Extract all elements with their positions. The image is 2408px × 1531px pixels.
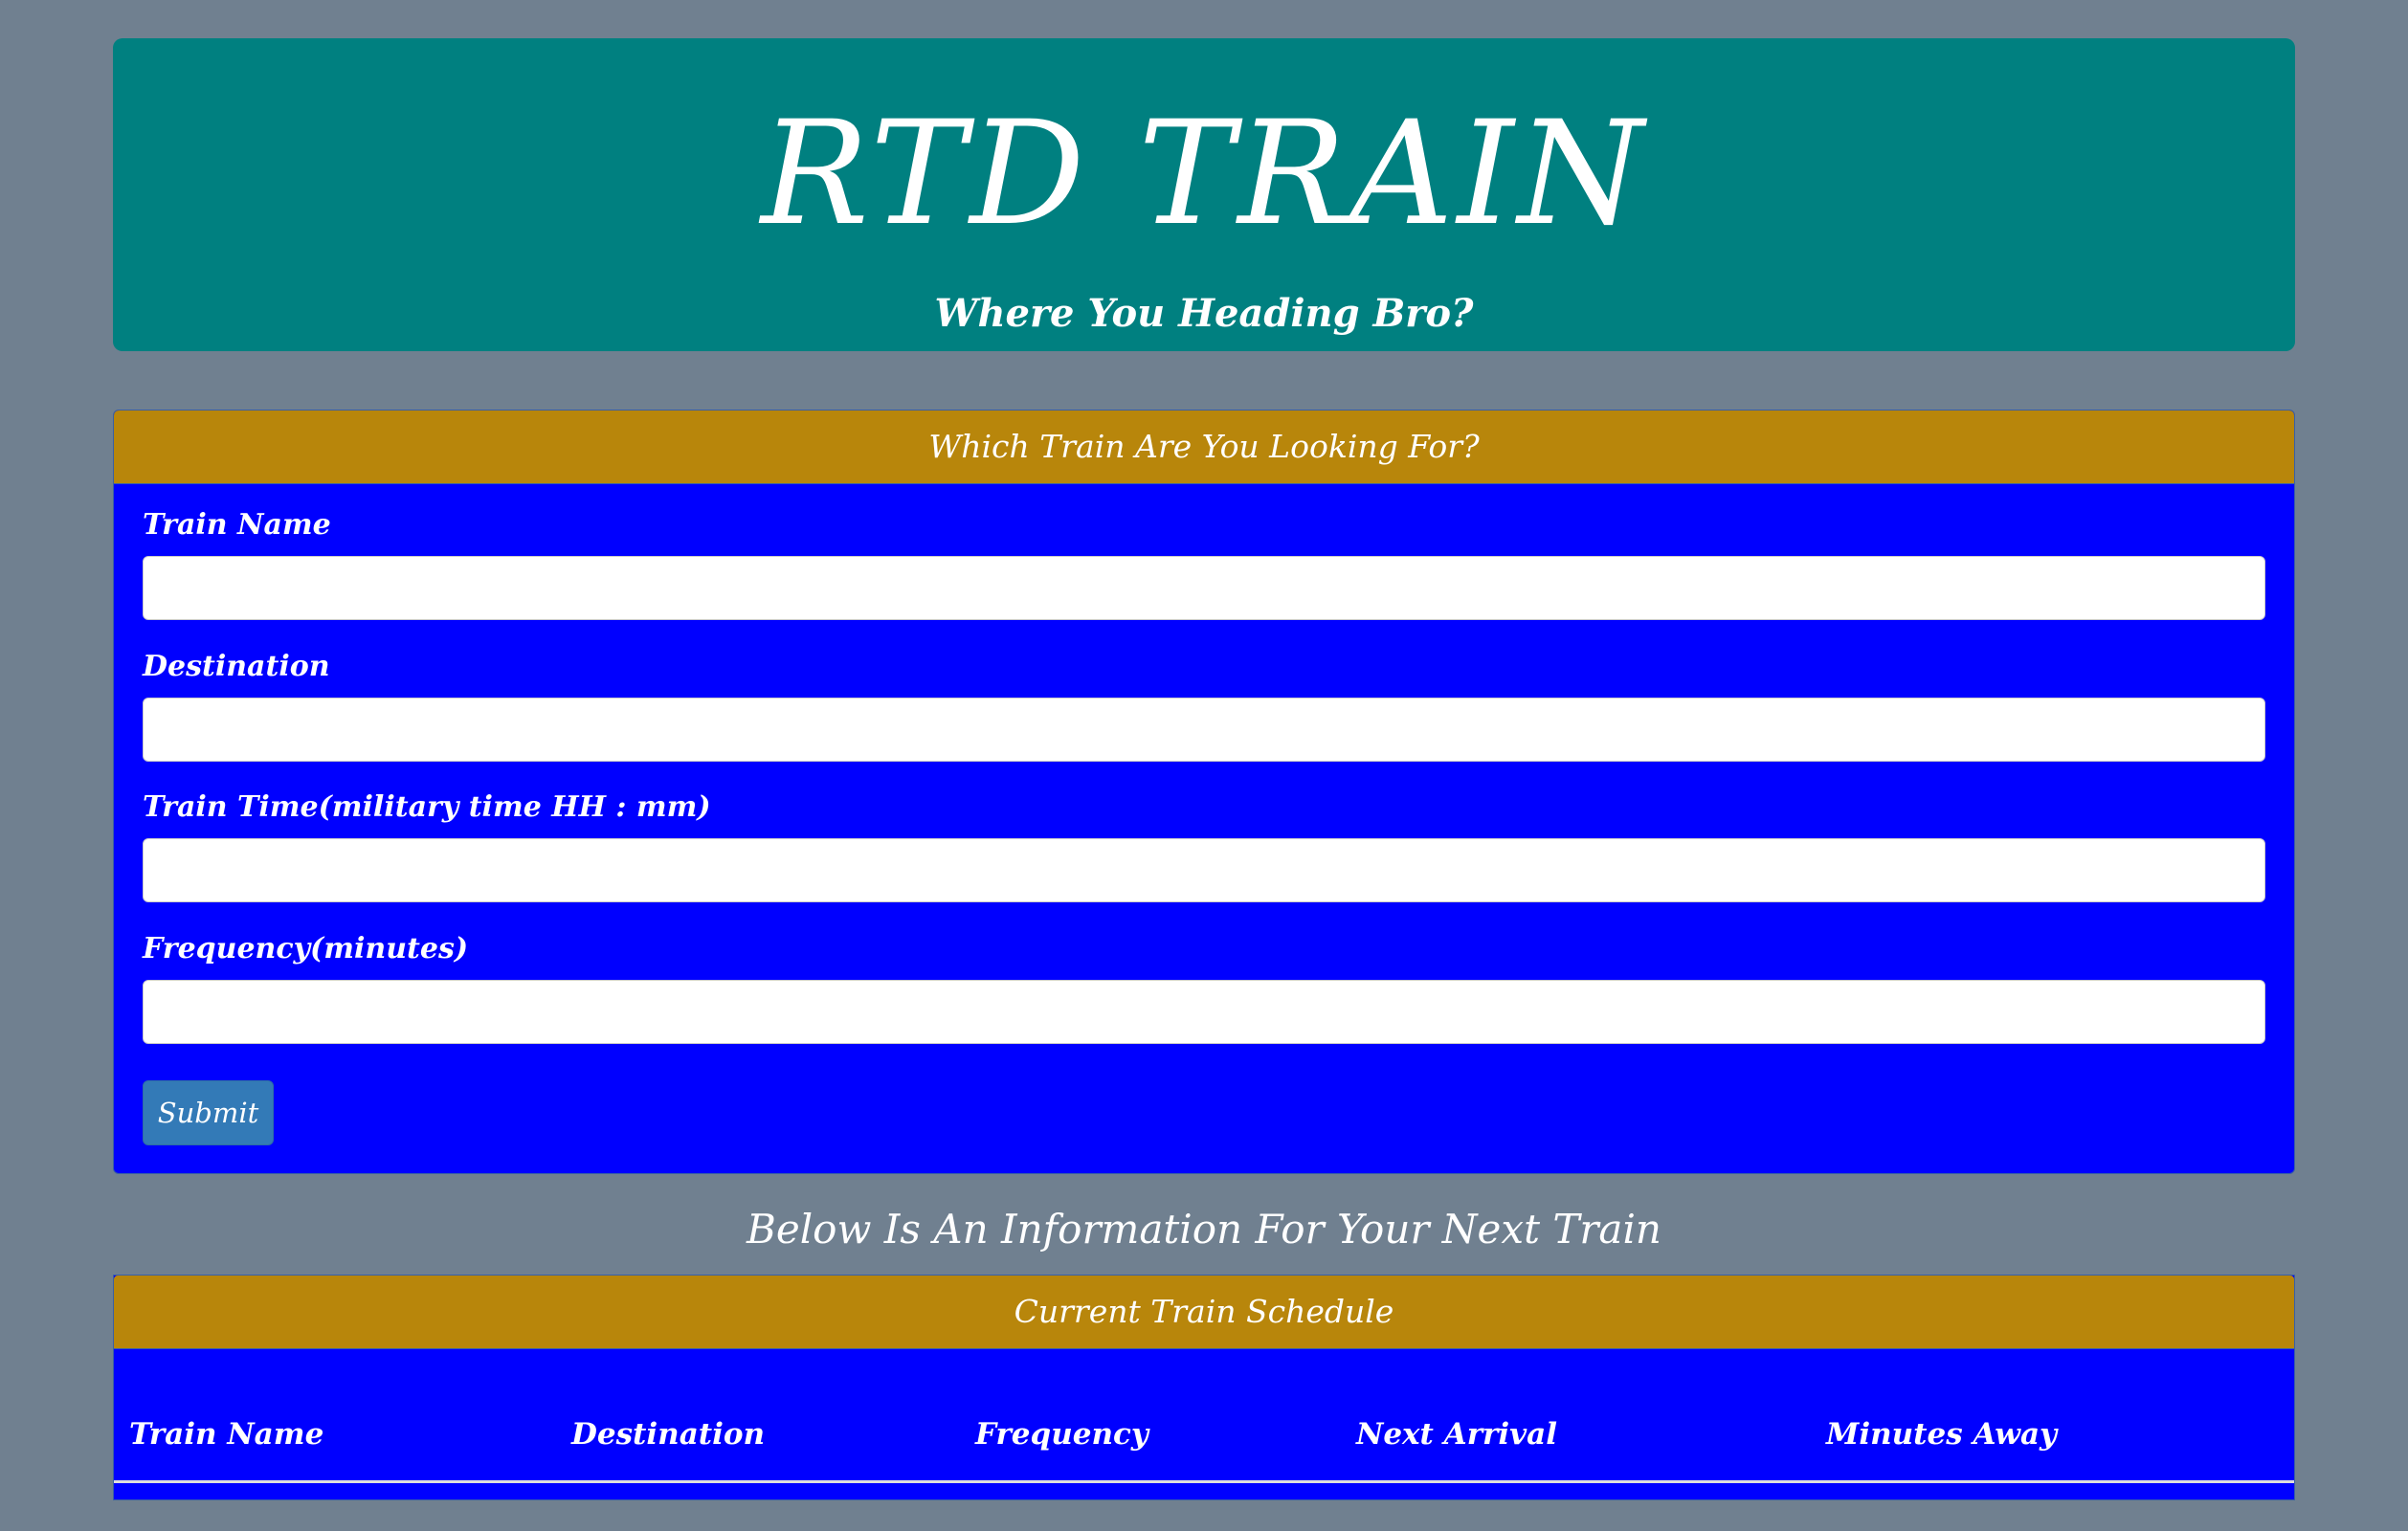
train-name-input[interactable] bbox=[143, 556, 2265, 620]
column-header-destination: Destination bbox=[556, 1388, 960, 1483]
train-name-group: Train Name bbox=[143, 506, 2265, 620]
frequency-label: Frequency(minutes) bbox=[143, 932, 469, 965]
schedule-panel-heading: Current Train Schedule bbox=[114, 1276, 2294, 1349]
train-name-label: Train Name bbox=[143, 508, 331, 542]
info-heading: Below Is An Information For Your Next Tr… bbox=[747, 1206, 1661, 1253]
train-time-input[interactable] bbox=[143, 838, 2265, 902]
column-header-train-name: Train Name bbox=[114, 1388, 556, 1483]
train-time-label: Train Time(military time HH : mm) bbox=[143, 790, 711, 824]
page-title: RTD TRAIN bbox=[760, 91, 1648, 257]
schedule-table: Train Name Destination Frequency Next Ar… bbox=[114, 1388, 2294, 1483]
destination-group: Destination bbox=[143, 648, 2265, 762]
frequency-input[interactable] bbox=[143, 980, 2265, 1044]
destination-label: Destination bbox=[143, 650, 330, 683]
destination-input[interactable] bbox=[143, 698, 2265, 762]
train-form-panel: Which Train Are You Looking For? Train N… bbox=[113, 410, 2295, 1174]
column-header-frequency: Frequency bbox=[960, 1388, 1341, 1483]
form-panel-heading: Which Train Are You Looking For? bbox=[114, 410, 2294, 484]
page-subtitle: Where You Heading Bro? bbox=[934, 291, 1474, 336]
train-schedule-panel: Current Train Schedule Train Name Destin… bbox=[113, 1275, 2295, 1500]
submit-button[interactable]: Submit bbox=[143, 1080, 274, 1145]
frequency-group: Frequency(minutes) bbox=[143, 930, 2265, 1044]
train-time-group: Train Time(military time HH : mm) bbox=[143, 788, 2265, 902]
column-header-next-arrival: Next Arrival bbox=[1341, 1388, 1811, 1483]
column-header-minutes-away: Minutes Away bbox=[1811, 1388, 2294, 1483]
header-jumbotron: RTD TRAIN Where You Heading Bro? bbox=[113, 38, 2295, 351]
table-header-row: Train Name Destination Frequency Next Ar… bbox=[114, 1388, 2294, 1483]
